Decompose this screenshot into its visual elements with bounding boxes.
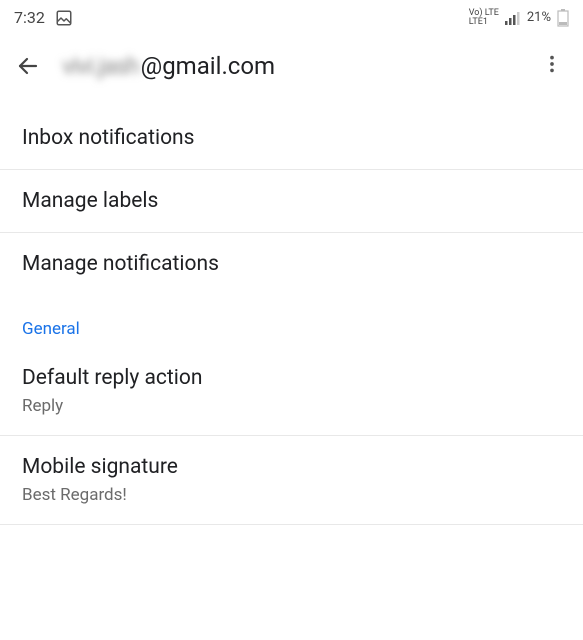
email-prefix-blurred: vivi.jash — [62, 52, 139, 80]
image-icon — [55, 9, 73, 27]
battery-percent: 21% — [527, 10, 551, 25]
manage-notifications-label: Manage notifications — [22, 252, 561, 276]
status-time: 7:32 — [14, 8, 45, 27]
inbox-notifications-item[interactable]: Inbox notifications — [0, 107, 583, 170]
battery-icon — [557, 9, 569, 27]
network-label: Vo) LTE LTE1 — [469, 9, 499, 27]
manage-labels-label: Manage labels — [22, 189, 561, 213]
default-reply-title: Default reply action — [22, 366, 561, 390]
default-reply-item[interactable]: Default reply action Reply — [0, 347, 583, 436]
mobile-signature-value: Best Regards! — [22, 485, 561, 505]
mobile-signature-item[interactable]: Mobile signature Best Regards! — [0, 436, 583, 525]
more-options-button[interactable] — [537, 49, 567, 83]
manage-labels-item[interactable]: Manage labels — [0, 170, 583, 233]
mobile-signature-title: Mobile signature — [22, 455, 561, 479]
email-suffix: @gmail.com — [141, 52, 275, 80]
section-header-general: General — [0, 295, 583, 347]
manage-notifications-item[interactable]: Manage notifications — [0, 233, 583, 295]
page-title: vivi.jash@gmail.com — [62, 52, 537, 80]
back-button[interactable] — [16, 54, 40, 78]
signal-icon — [505, 11, 521, 25]
default-reply-value: Reply — [22, 396, 561, 416]
header: vivi.jash@gmail.com — [0, 31, 583, 107]
status-bar: 7:32 Vo) LTE LTE1 21% — [0, 0, 583, 31]
inbox-notifications-label: Inbox notifications — [22, 126, 561, 150]
